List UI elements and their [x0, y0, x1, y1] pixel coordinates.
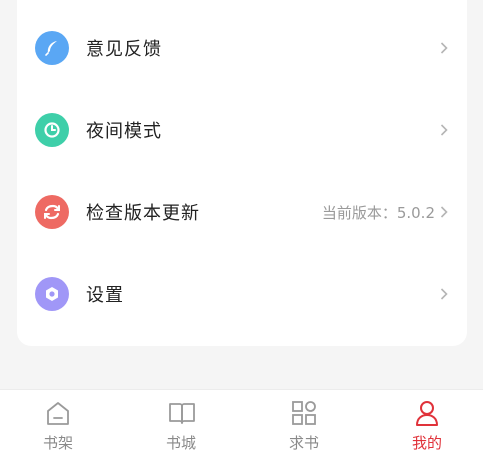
menu-item-check-update[interactable]: 检查版本更新 当前版本：5.0.2 — [17, 171, 467, 253]
home-icon — [44, 399, 72, 427]
tab-request-book[interactable]: 求书 — [264, 390, 344, 454]
chevron-right-icon — [439, 123, 449, 137]
menu-item-label: 设置 — [86, 285, 124, 306]
tab-label: 书城 — [165, 434, 196, 452]
bottom-tab-bar: 书架 书城 求书 我的 — [0, 389, 483, 454]
tab-label: 我的 — [411, 434, 442, 452]
grid-icon — [290, 399, 318, 427]
menu-item-label: 意见反馈 — [86, 39, 162, 60]
moon-icon — [35, 113, 69, 147]
refresh-icon — [35, 195, 69, 229]
chevron-right-icon — [439, 41, 449, 55]
menu-item-label: 夜间模式 — [86, 121, 162, 142]
tab-bookstore[interactable]: 书城 — [141, 390, 221, 454]
menu-item-label: 检查版本更新 — [86, 203, 200, 224]
version-value: 当前版本：5.0.2 — [321, 203, 435, 222]
tab-mine[interactable]: 我的 — [387, 390, 467, 454]
tab-label: 书架 — [42, 434, 73, 452]
tab-label: 求书 — [288, 434, 319, 452]
tab-bookshelf[interactable]: 书架 — [18, 390, 98, 454]
hexagon-gear-icon — [35, 277, 69, 311]
feather-icon — [35, 31, 69, 65]
chevron-right-icon — [439, 287, 449, 301]
chevron-right-icon — [439, 205, 449, 219]
open-book-icon — [167, 399, 195, 427]
menu-item-night-mode[interactable]: 夜间模式 — [17, 89, 467, 171]
person-icon — [413, 399, 441, 427]
menu-item-feedback[interactable]: 意见反馈 — [17, 7, 467, 89]
menu-item-settings[interactable]: 设置 — [17, 253, 467, 335]
settings-card: 意见反馈 夜间模式 检查版本更新 当前版本：5.0.2 设置 — [17, 0, 467, 346]
